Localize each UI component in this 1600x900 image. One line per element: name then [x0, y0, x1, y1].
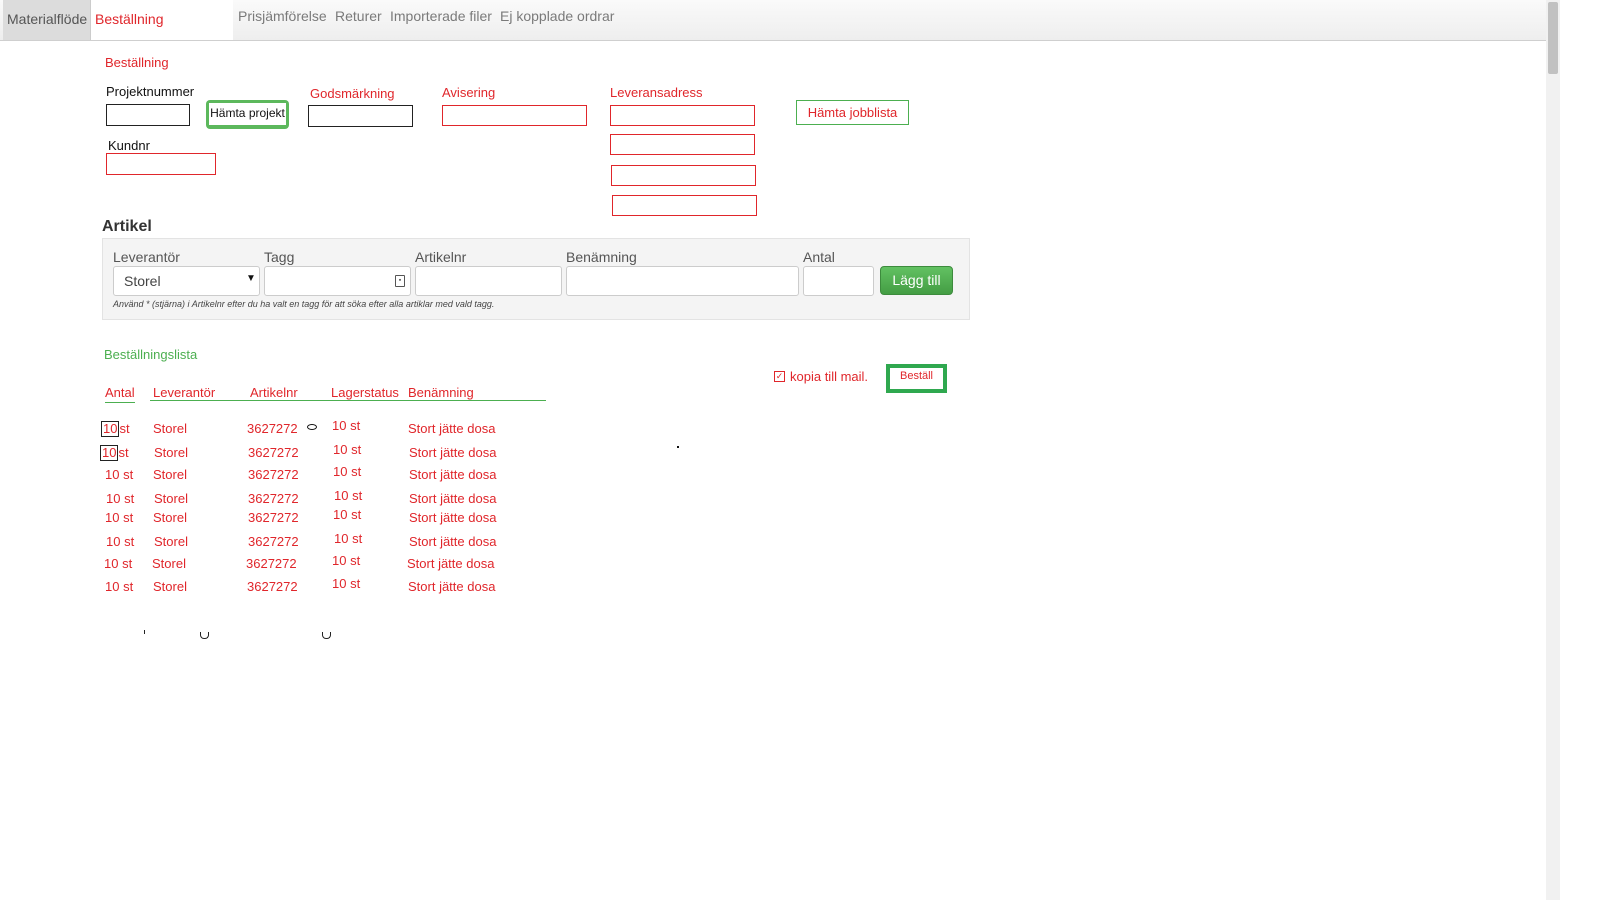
row-5-stock: 10 st — [333, 507, 362, 522]
delivery-address-line-1[interactable] — [610, 105, 755, 126]
row-5-qty: 10 st — [105, 510, 134, 525]
row-3-stock: 10 st — [333, 464, 362, 479]
row-8-qty: 10 st — [105, 579, 134, 594]
row-4-supplier: Storel — [154, 491, 188, 506]
contact-card-icon: ▪ — [395, 275, 405, 287]
row-2-supplier: Storel — [154, 445, 188, 460]
row-5-supplier: Storel — [153, 510, 187, 525]
nav-link-returer[interactable]: Returer — [335, 8, 382, 24]
refresh-icon[interactable] — [307, 424, 317, 430]
nav-link-ej-kopplade-ordrar[interactable]: Ej kopplade ordrar — [500, 8, 614, 24]
nav-link-importerade-filer[interactable]: Importerade filer — [390, 8, 492, 24]
row-6-name: Stort jätte dosa — [409, 534, 497, 549]
order-button[interactable]: Beställ — [886, 364, 947, 393]
article-section-title: Artikel — [102, 218, 152, 235]
row-7-name: Stort jätte dosa — [407, 556, 495, 571]
row-2-article: 3627272 — [248, 445, 299, 460]
section-title-bestallning: Beställning — [105, 55, 169, 70]
row-7-supplier: Storel — [152, 556, 186, 571]
row-6-article: 3627272 — [248, 534, 299, 549]
copy-to-mail-label: kopia till mail. — [790, 369, 869, 384]
row-4-name: Stort jätte dosa — [409, 491, 497, 506]
article-no-input[interactable] — [415, 266, 562, 296]
row-8-stock: 10 st — [332, 576, 361, 591]
row-2-name: Stort jätte dosa — [409, 445, 497, 460]
row-3-article: 3627272 — [248, 467, 299, 482]
row-7-qty: 10 st — [104, 556, 133, 571]
cropped-text-remnant — [104, 630, 344, 644]
article-search-hint: Använd * (stjärna) i Artikelnr efter du … — [113, 299, 495, 309]
tag-label: Tagg — [264, 249, 295, 265]
name-label: Benämning — [566, 249, 637, 265]
row-8-article: 3627272 — [247, 579, 298, 594]
row-4-stock: 10 st — [334, 488, 363, 503]
row-2-stock: 10 st — [333, 442, 362, 457]
order-list-title: Beställningslista — [104, 347, 198, 362]
notice-label: Avisering — [442, 85, 496, 100]
nav-link-prisjamforelse[interactable]: Prisjämförelse — [238, 8, 327, 24]
row-7-stock: 10 st — [332, 553, 361, 568]
supplier-label: Leverantör — [113, 249, 180, 265]
tab-bestallning[interactable]: Beställning — [91, 0, 233, 40]
row-2-qty-unit: st — [118, 445, 129, 460]
scrollbar-track[interactable] — [1546, 0, 1560, 900]
supplier-select[interactable]: Storel ▼ — [113, 266, 260, 296]
row-2-qty-input[interactable]: 10 — [100, 445, 119, 461]
row-3-name: Stort jätte dosa — [409, 467, 497, 482]
row-5-article: 3627272 — [248, 510, 299, 525]
row-7-article: 3627272 — [246, 556, 297, 571]
row-3-qty: 10 st — [105, 467, 134, 482]
row-4-qty: 10 st — [106, 491, 135, 506]
project-number-label: Projektnummer — [106, 84, 195, 99]
row-1-qty-unit: st — [119, 421, 130, 436]
row-3-supplier: Storel — [153, 467, 187, 482]
row-2-qty[interactable]: 10st — [100, 445, 129, 461]
chevron-down-icon: ▼ — [246, 273, 256, 284]
row-6-qty: 10 st — [106, 534, 135, 549]
row-1-qty-input[interactable]: 10 — [101, 421, 120, 437]
row-1-name: Stort jätte dosa — [408, 421, 496, 436]
copy-to-mail-checkbox[interactable]: ✓ — [774, 371, 785, 382]
customer-number-label: Kundnr — [108, 138, 150, 153]
column-header-artikelnr: Artikelnr — [250, 385, 298, 400]
row-6-stock: 10 st — [334, 531, 363, 546]
delivery-address-line-3[interactable] — [611, 165, 756, 186]
row-5-name: Stort jätte dosa — [409, 510, 497, 525]
row-1-article: 3627272 — [247, 421, 298, 436]
stray-dot — [677, 446, 679, 448]
fetch-project-label: Hämta projekt — [209, 103, 286, 125]
tag-input[interactable]: ▪ — [264, 266, 411, 296]
column-header-lagerstatus: Lagerstatus — [331, 385, 399, 400]
fetch-project-button[interactable]: Hämta projekt — [206, 100, 289, 129]
row-6-supplier: Storel — [154, 534, 188, 549]
header-divider — [150, 400, 546, 401]
goods-marking-label: Godsmärkning — [310, 86, 395, 101]
notice-input[interactable] — [442, 105, 587, 126]
article-no-label: Artikelnr — [415, 249, 467, 265]
scrollbar-thumb[interactable] — [1548, 2, 1558, 74]
row-1-qty[interactable]: 10st — [101, 421, 130, 437]
row-8-supplier: Storel — [153, 579, 187, 594]
column-header-antal: Antal — [105, 385, 135, 403]
row-8-name: Stort jätte dosa — [408, 579, 496, 594]
fetch-joblist-button[interactable]: Hämta jobblista — [796, 100, 909, 125]
name-input[interactable] — [566, 266, 799, 296]
delivery-address-line-4[interactable] — [612, 195, 757, 216]
delivery-address-line-2[interactable] — [610, 134, 755, 155]
row-1-stock: 10 st — [332, 418, 361, 433]
delivery-address-label: Leveransadress — [610, 85, 703, 100]
supplier-select-value: Storel — [124, 273, 161, 289]
add-button[interactable]: Lägg till — [880, 266, 953, 295]
customer-number-input[interactable] — [106, 153, 216, 175]
tab-materialflode[interactable]: Materialflöde — [3, 0, 91, 40]
quantity-input[interactable] — [803, 266, 874, 296]
column-header-benamning: Benämning — [408, 385, 474, 400]
column-header-leverantor: Leverantör — [153, 385, 216, 400]
quantity-label: Antal — [803, 249, 835, 265]
row-1-supplier: Storel — [153, 421, 187, 436]
row-4-article: 3627272 — [248, 491, 299, 506]
project-number-input[interactable] — [106, 104, 190, 126]
goods-marking-input[interactable] — [308, 105, 413, 127]
